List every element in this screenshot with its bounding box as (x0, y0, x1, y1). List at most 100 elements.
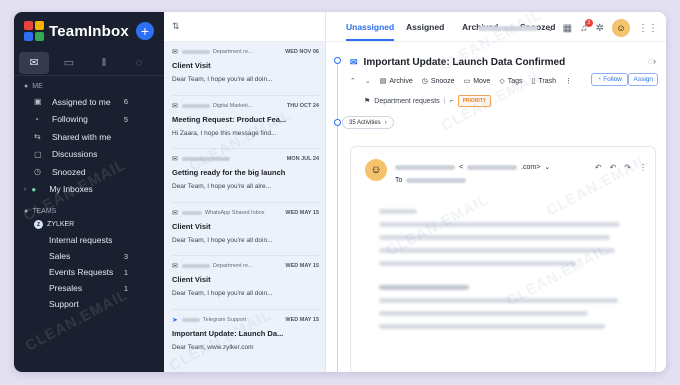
snooze-button[interactable]: ◷ Snooze (421, 77, 455, 86)
org-avatar: Z (34, 220, 43, 229)
gear-icon[interactable]: ✲ (596, 23, 604, 34)
sender-line: < .com> ⌄ (395, 163, 550, 171)
message-body (379, 209, 625, 337)
apps-grid-icon[interactable]: ⋮⋮ (638, 23, 658, 34)
sidebar-item-sales[interactable]: Sales 3 (14, 248, 164, 264)
conversation-subject: ✉ Important Update: Launch Data Confirme… (350, 57, 566, 68)
teams-section-label: ● TEAMS (24, 208, 57, 215)
mail-icon: ✉ (172, 156, 178, 163)
tag-icon: ◇ (499, 78, 505, 85)
conversation-pane: Unassigned Assigned Archived Snoozed ⌄ ▦… (326, 12, 666, 372)
notification-icon[interactable]: ♫ 3 (580, 18, 593, 34)
timeline-dot (334, 119, 341, 126)
teaminbox-logo-icon (24, 21, 44, 41)
mail-list: ⇅ ✉ Department re... WED NOV 06 Client Vis… (164, 12, 326, 372)
sidebar-item-internal-requests[interactable]: Internal requests (14, 232, 164, 248)
sender-avatar: ☺ (365, 159, 387, 181)
conversation-toolbar: ⌃ ⌄ ▤ Archive ◷ Snooze ▭ Move ◇ Tags ▯ Trash … (350, 74, 572, 88)
sidebar-item-events-requests[interactable]: Events Requests 1 (14, 264, 164, 280)
tab-unassigned[interactable]: Unassigned (346, 22, 395, 41)
message-card: ☺ < .com> ⌄ To ↶ ↶ ↷ ⋮ CLEAN.EMAIL CLEAN… (350, 146, 656, 372)
reply-icon[interactable]: ↶ (595, 163, 602, 172)
top-icons: ⌄ ▦ ♫ 3 ✲ ☺ ⋮⋮ (478, 18, 658, 37)
chat-icon: ▢ (34, 149, 42, 159)
bell-icon: ◔ (34, 114, 39, 124)
mail-item[interactable]: ✉ Department re... WED MAY 15 Client Visit… (164, 256, 325, 310)
chevron-right-icon: › (24, 185, 27, 193)
mail-item[interactable]: ✉ Digital Marketi... THU OCT 24 Meeting Re… (164, 96, 325, 149)
sidebar-item-discussions[interactable]: ▢ Discussions (14, 146, 164, 164)
mail-item[interactable]: ✉ Department re... WED NOV 06 Client Visit… (164, 42, 325, 96)
reply-all-icon[interactable]: ↶ (610, 163, 617, 172)
activities-toggle[interactable]: 35 Activities › (342, 116, 394, 129)
search-input[interactable] (478, 25, 539, 31)
telegram-icon: ➤ (172, 316, 178, 324)
chevron-down-icon[interactable]: ⌄ (546, 23, 554, 34)
chevron-down-icon[interactable]: ⌄ (544, 163, 550, 171)
app-window: TeamInbox + ✉ ▭ ‖ ◌ ● ME ▣ Assigned to m… (14, 12, 666, 372)
forward-icon[interactable]: ↷ (624, 163, 631, 172)
tab-assigned[interactable]: Assigned (406, 22, 444, 32)
sort-icon[interactable]: ⇅ (172, 21, 180, 32)
mail-icon: ✉ (350, 57, 358, 67)
mail-item[interactable]: ➤ Telegram Support WED MAY 15 Important Up… (164, 310, 325, 364)
chat-icon[interactable]: ◌ (124, 52, 154, 74)
more-options-icon[interactable]: ⋮ (639, 163, 647, 172)
sidebar-item-presales[interactable]: Presales 1 (14, 280, 164, 296)
archive-icon: ▤ (379, 78, 387, 85)
conversation-meta: ⚑ Department requests | ⌐ PRIORITY (364, 95, 492, 107)
org-label[interactable]: Z ZYLKER (14, 218, 164, 232)
department-icon: ⚑ (364, 98, 371, 105)
inbox-icon[interactable]: ✉ (19, 51, 49, 74)
mail-icon: ✉ (172, 102, 178, 110)
avatar[interactable]: ☺ (612, 19, 630, 37)
person-icon: ● (24, 83, 29, 90)
sidebar-item-following[interactable]: ◔ Following 5 (14, 111, 164, 129)
mail-icon: ✉ (172, 209, 178, 217)
clock-icon: ◷ (34, 167, 41, 177)
list-header: ⇅ (164, 12, 325, 42)
reports-icon[interactable]: ‖ (89, 52, 119, 74)
message-actions: ↶ ↶ ↷ ⋮ (595, 163, 647, 172)
archive-button[interactable]: ▤ Archive (379, 77, 413, 86)
more-options-icon[interactable]: ⋮ (565, 77, 572, 85)
sidebar-item-my-inboxes[interactable]: › ● My Inboxes (14, 181, 164, 199)
assign-button[interactable]: Assign (628, 73, 658, 86)
new-button[interactable]: + (136, 22, 154, 40)
chevron-right-icon: › (384, 119, 387, 126)
sidebar-item-assigned-to-me[interactable]: ▣ Assigned to me 6 (14, 93, 164, 111)
priority-badge[interactable]: PRIORITY (457, 95, 492, 107)
comments-icon[interactable]: ◌› (648, 56, 656, 66)
sidebar-item-shared-with-me[interactable]: ⇆ Shared with me (14, 128, 164, 146)
trash-icon: ▯ (531, 78, 536, 85)
inbox-icon: ▣ (34, 97, 42, 107)
app-name: TeamInbox (49, 22, 129, 40)
follow-button[interactable]: ◔ Follow (591, 73, 628, 86)
share-icon: ⇆ (34, 132, 41, 142)
inbox-icon: ● (31, 184, 37, 194)
team-icon: ● (24, 208, 29, 215)
calendar-icon[interactable]: ▦ (563, 23, 572, 34)
trash-button[interactable]: ▯ Trash (531, 77, 557, 86)
mail-icon: ✉ (172, 263, 178, 270)
recipient-line: To (395, 177, 467, 184)
chevron-down-icon[interactable]: ⌄ (365, 77, 371, 85)
mail-item[interactable]: ✉ MON JUL 24 Getting ready for the big la… (164, 149, 325, 203)
divider: | (443, 97, 446, 105)
clock-icon: ◷ (421, 78, 428, 85)
mail-item[interactable]: ✉ WhatsApp Shared Inbox WED MAY 15 Client … (164, 203, 325, 256)
sidebar-item-snoozed[interactable]: ◷ Snoozed (14, 163, 164, 181)
folder-icon: ▭ (463, 78, 471, 85)
sidebar: TeamInbox + ✉ ▭ ‖ ◌ ● ME ▣ Assigned to m… (14, 12, 164, 372)
department-label[interactable]: Department requests (374, 98, 439, 105)
sidebar-item-support[interactable]: Support (14, 296, 164, 312)
mail-icon: ✉ (172, 49, 178, 56)
chevron-up-icon[interactable]: ⌃ (350, 77, 356, 85)
tags-button[interactable]: ◇ Tags (499, 77, 522, 86)
tag-icon[interactable]: ⌐ (449, 98, 453, 105)
sidebar-icon-bar: ✉ ▭ ‖ ◌ (14, 50, 164, 76)
contacts-icon[interactable]: ▭ (54, 52, 84, 74)
timeline-line (337, 60, 338, 372)
move-button[interactable]: ▭ Move (463, 77, 491, 86)
timeline-dot (334, 57, 341, 64)
